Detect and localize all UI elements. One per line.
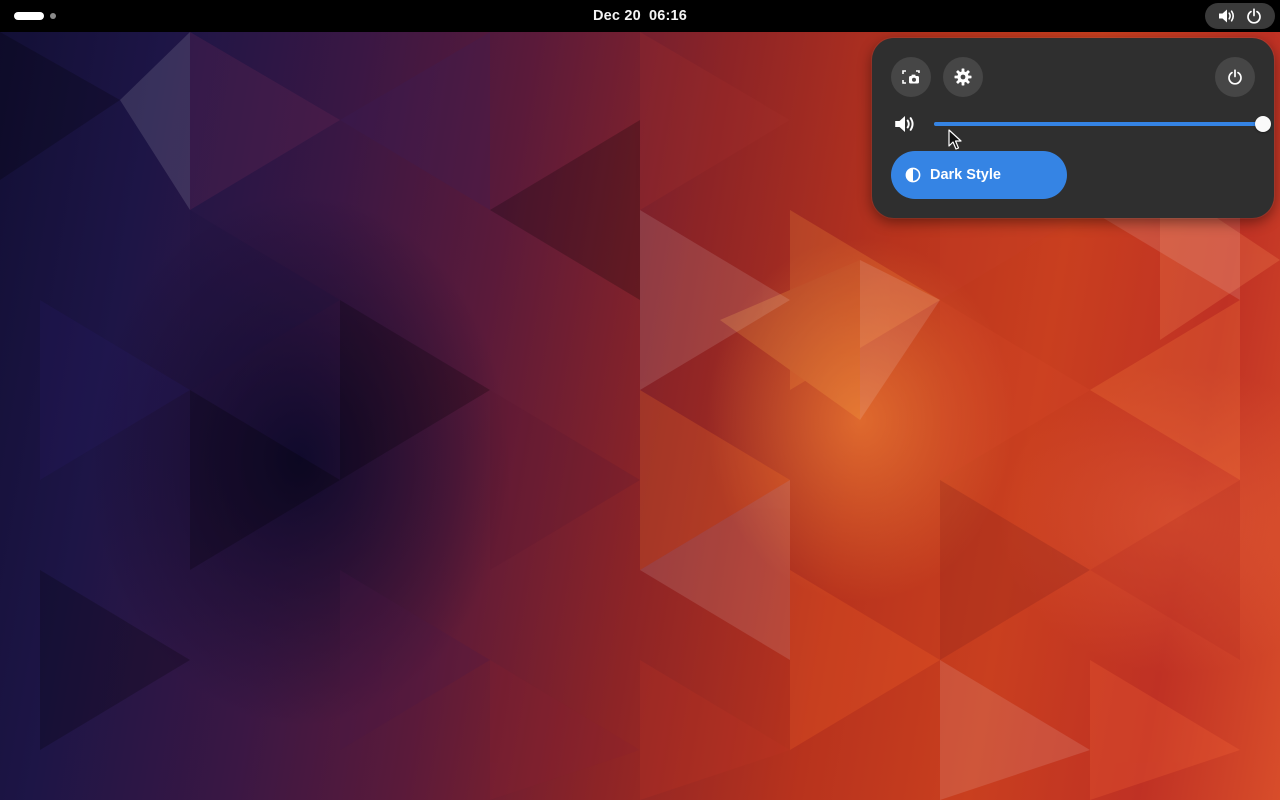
power-menu-button[interactable] [1215, 57, 1255, 97]
system-status-menu-button[interactable] [1205, 3, 1275, 29]
settings-button[interactable] [943, 57, 983, 97]
volume-high-icon [1219, 9, 1234, 23]
top-bar: Dec 20 06:16 [0, 0, 1280, 32]
volume-slider-fill [934, 122, 1263, 126]
gear-icon [954, 68, 972, 86]
contrast-icon [905, 167, 921, 183]
volume-control [894, 112, 1271, 136]
power-icon [1247, 8, 1261, 24]
clock-time: 06:16 [648, 8, 688, 24]
clock-date: Dec 20 [592, 8, 641, 24]
volume-high-icon[interactable] [894, 114, 916, 134]
dark-style-toggle[interactable]: Dark Style [891, 151, 1067, 199]
screenshot-button[interactable] [891, 57, 931, 97]
quick-settings-menu: Dark Style [872, 38, 1274, 218]
dark-style-label: Dark Style [930, 167, 1001, 183]
desktop: Dec 20 06:16 Dark Style [0, 0, 1280, 800]
screenshot-icon [902, 70, 920, 84]
power-icon [1228, 69, 1242, 85]
clock[interactable]: Dec 20 06:16 [0, 0, 1280, 32]
volume-slider[interactable] [934, 112, 1271, 136]
volume-slider-handle[interactable] [1255, 116, 1271, 132]
